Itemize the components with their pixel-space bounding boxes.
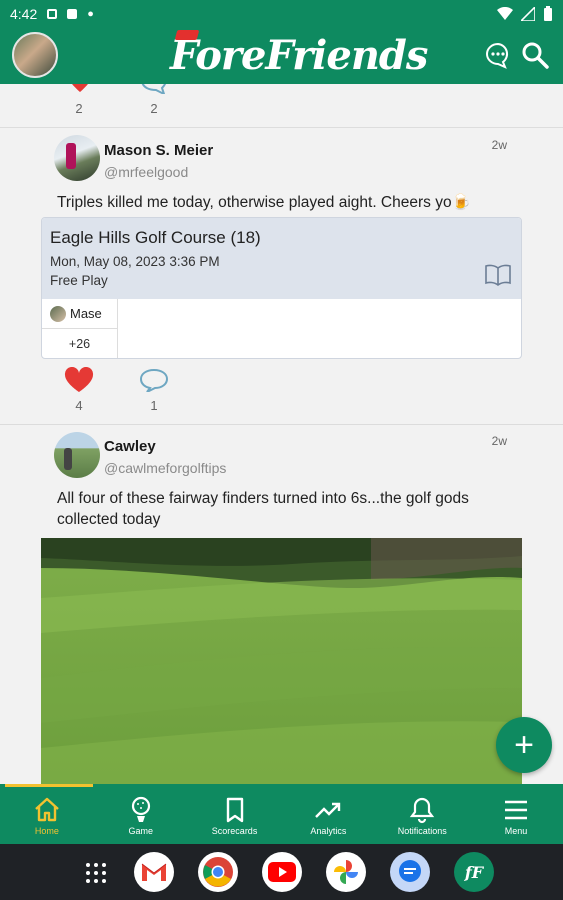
nav-home[interactable]: Home	[0, 784, 94, 844]
app-drawer-icon[interactable]	[85, 862, 107, 884]
fairway-image	[41, 538, 522, 784]
post-author-name[interactable]: Cawley	[104, 438, 156, 455]
notification-icon	[67, 9, 78, 19]
messages-icon[interactable]	[390, 852, 430, 892]
nav-menu[interactable]: Menu	[469, 784, 563, 844]
user-avatar[interactable]	[54, 135, 100, 181]
scorecard-mode: Free Play	[50, 273, 108, 288]
comment-count: 1	[150, 398, 158, 413]
status-bar: 4:42 ●	[0, 0, 563, 28]
like-count: 2	[75, 101, 83, 116]
system-dock: fF	[0, 844, 563, 900]
post-photo[interactable]	[41, 538, 522, 784]
chrome-icon[interactable]	[198, 852, 238, 892]
post-author-name[interactable]: Mason S. Meier	[104, 142, 213, 159]
post-author-handle[interactable]: @cawlmeforgolftips	[104, 460, 226, 476]
trending-icon	[315, 802, 341, 818]
scorecard-card[interactable]: Eagle Hills Golf Course (18) Mon, May 08…	[41, 217, 522, 359]
gmail-icon[interactable]	[134, 852, 174, 892]
post-timestamp: 2w	[491, 138, 507, 152]
previous-post: 2 2	[0, 84, 563, 128]
nav-scorecards[interactable]: Scorecards	[188, 784, 282, 844]
hamburger-icon	[505, 800, 528, 820]
wifi-icon	[497, 7, 513, 20]
post-author-handle[interactable]: @mrfeelgood	[104, 164, 188, 180]
mic-icon: ●	[87, 8, 94, 20]
feed-post: Cawley @cawlmeforgolftips 2w All four of…	[0, 426, 563, 784]
youtube-icon[interactable]	[262, 852, 302, 892]
home-icon	[35, 797, 59, 822]
flag-icon	[174, 30, 200, 40]
comment-icon[interactable]	[139, 368, 169, 392]
comment-count: 2	[150, 101, 158, 116]
user-avatar[interactable]	[54, 432, 100, 478]
scorecard-course: Eagle Hills Golf Course (18)	[50, 228, 261, 247]
player-score: +26	[68, 337, 91, 351]
notification-icon	[47, 9, 58, 19]
scorecard-date: Mon, May 08, 2023 3:36 PM	[50, 254, 220, 269]
feed[interactable]: 2 2 Mason S. Meier @mrfeelgood 2w Triple…	[0, 84, 563, 784]
nav-game[interactable]: Game	[94, 784, 188, 844]
post-text: All four of these fairway finders turned…	[57, 490, 469, 528]
post-text: Triples killed me today, otherwise playe…	[57, 194, 471, 211]
post-timestamp: 2w	[491, 434, 507, 448]
heart-icon[interactable]	[66, 84, 94, 94]
player-name: Mase	[70, 306, 102, 321]
nav-analytics[interactable]: Analytics	[281, 784, 375, 844]
bookmark-icon	[226, 797, 243, 823]
profile-avatar[interactable]	[12, 32, 58, 78]
search-icon[interactable]	[520, 40, 550, 70]
bell-icon	[410, 797, 435, 824]
app-logo: ForeFriends	[170, 30, 428, 79]
book-icon[interactable]	[485, 264, 511, 286]
battery-icon	[544, 6, 552, 21]
like-count: 4	[75, 398, 83, 413]
golf-ball-icon	[131, 796, 150, 822]
status-time: 4:42	[10, 6, 38, 22]
heart-icon[interactable]	[64, 367, 94, 393]
photos-icon[interactable]	[326, 852, 366, 892]
create-post-button[interactable]: +	[496, 717, 552, 773]
signal-icon	[521, 7, 535, 21]
feed-post: Mason S. Meier @mrfeelgood 2w Triples ki…	[0, 128, 563, 425]
player-avatar	[50, 305, 66, 322]
comment-icon[interactable]	[140, 84, 168, 94]
chat-icon[interactable]	[483, 40, 513, 70]
scorecard-player: Mase +26	[42, 299, 118, 358]
bottom-nav: Home Game Scorecards Analytics Notificat…	[0, 784, 563, 844]
forefriends-app-icon[interactable]: fF	[454, 852, 494, 892]
app-bar: ForeFriends	[0, 28, 563, 84]
nav-notifications[interactable]: Notifications	[375, 784, 469, 844]
